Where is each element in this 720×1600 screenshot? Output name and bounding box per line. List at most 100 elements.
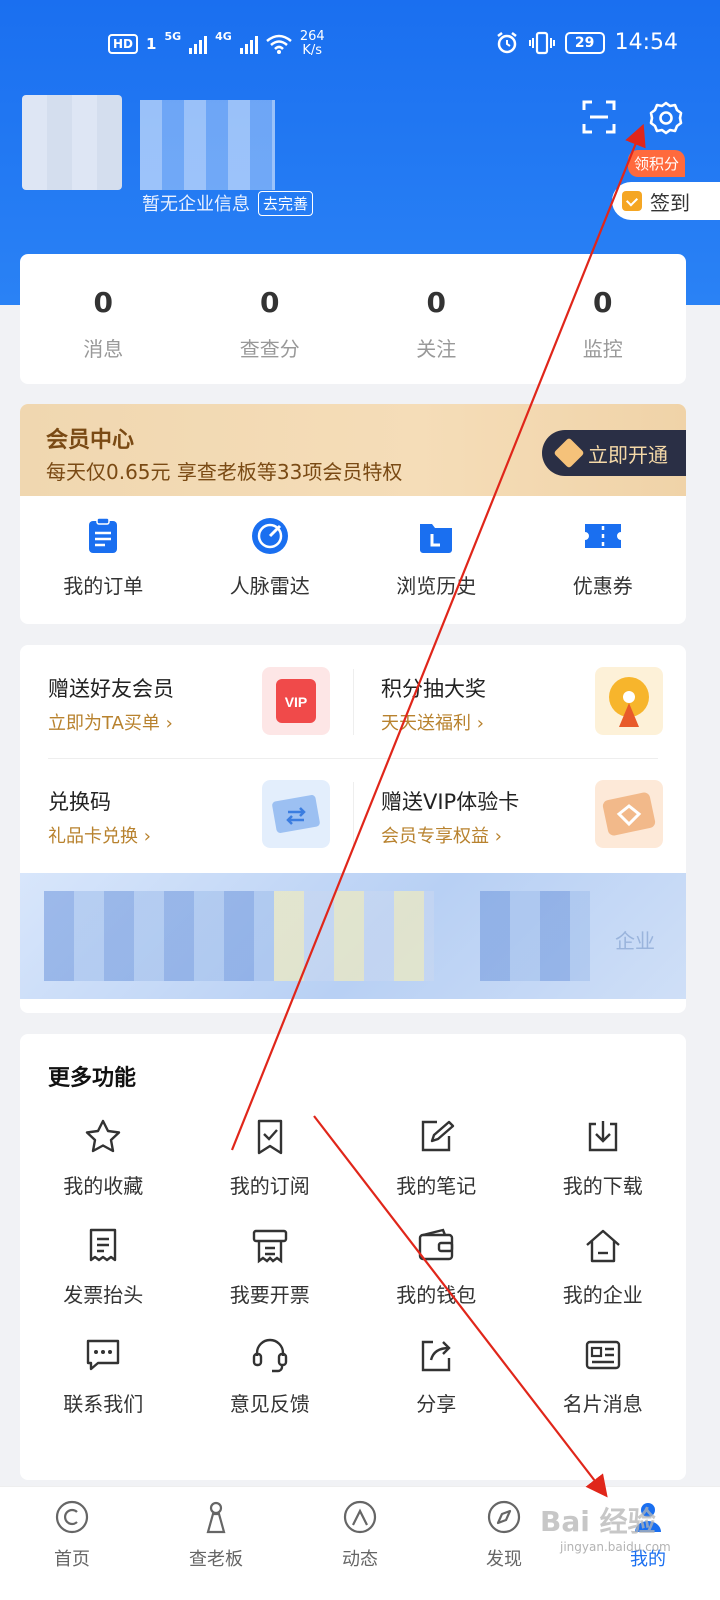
complete-profile-button[interactable]: 去完善 — [258, 190, 314, 216]
signal-icon — [189, 34, 208, 54]
promo-vip-trial[interactable]: 赠送VIP体验卡 会员专享权益 › — [353, 758, 683, 870]
feature-label: 发票抬头 — [63, 1283, 144, 1307]
network-4g: 4G — [215, 30, 232, 43]
banner-card-text: 企业 — [615, 929, 655, 953]
divider — [48, 758, 658, 759]
promo-sub: 天天送福利 › — [381, 713, 484, 734]
gear-icon[interactable] — [648, 100, 684, 136]
feature-card-messages[interactable]: 名片消息 — [520, 1336, 687, 1417]
feature-issue-invoice[interactable]: 我要开票 — [187, 1227, 354, 1308]
alarm-icon — [496, 31, 517, 53]
stat-score[interactable]: 0 查查分 — [187, 254, 354, 384]
stat-value: 0 — [260, 286, 280, 319]
diamond-icon — [553, 437, 585, 469]
feature-contact[interactable]: 联系我们 — [20, 1336, 187, 1417]
tab-boss[interactable]: 查老板 — [144, 1487, 288, 1600]
checkin-button[interactable]: 签到 — [612, 182, 720, 220]
share-icon — [422, 1340, 451, 1372]
blurred-banner-text — [480, 891, 590, 981]
divider — [353, 669, 354, 735]
vip-banner[interactable]: 会员中心 每天仅0.65元 享查老板等33项会员特权 立即开通 — [20, 404, 686, 496]
calendar-check-icon — [622, 191, 642, 211]
feature-label: 我的企业 — [562, 1283, 643, 1307]
feed-icon — [343, 1500, 377, 1534]
radar-icon — [251, 518, 288, 554]
promo-redeem-code[interactable]: 兑换码 礼品卡兑换 › — [20, 758, 350, 870]
stat-value: 0 — [93, 286, 113, 319]
promo-title: 积分抽大奖 — [381, 677, 486, 701]
tab-label: 动态 — [342, 1549, 378, 1570]
stat-monitor[interactable]: 0 监控 — [520, 254, 687, 384]
feature-notes[interactable]: 我的笔记 — [353, 1118, 520, 1199]
subscribe-icon — [257, 1119, 282, 1155]
promo-title: 兑换码 — [48, 790, 111, 814]
wifi-icon — [266, 34, 292, 54]
points-tag[interactable]: 领积分 — [628, 150, 686, 177]
tab-label: 查老板 — [189, 1549, 243, 1570]
quick-label: 浏览历史 — [396, 574, 477, 598]
feature-feedback[interactable]: 意见反馈 — [187, 1336, 354, 1417]
promo-sub: 礼品卡兑换 › — [48, 826, 151, 847]
vip-card: 会员中心 每天仅0.65元 享查老板等33项会员特权 立即开通 我的订单 人脉雷… — [20, 404, 686, 624]
prize-wheel-icon — [595, 667, 663, 735]
invoice-title-icon — [90, 1228, 117, 1262]
feature-share[interactable]: 分享 — [353, 1336, 520, 1417]
battery-icon: 29 — [564, 31, 605, 54]
stat-label: 消息 — [83, 337, 124, 361]
tab-home[interactable]: 首页 — [0, 1487, 144, 1600]
feature-company[interactable]: 我的企业 — [520, 1227, 687, 1308]
quick-history[interactable]: 浏览历史 — [353, 496, 520, 624]
user-name[interactable] — [140, 100, 275, 190]
svg-text:VIP: VIP — [285, 694, 308, 710]
feature-label: 我的笔记 — [396, 1174, 477, 1198]
clock: 14:54 — [614, 30, 678, 55]
scan-icon[interactable] — [582, 100, 616, 134]
signal-icon — [239, 34, 258, 54]
vip-desc: 每天仅0.65元 享查老板等33项会员特权 — [46, 460, 403, 484]
promo-gift-vip[interactable]: 赠送好友会员 立即为TA买单 › VIP — [20, 645, 350, 757]
vip-title: 会员中心 — [46, 428, 135, 453]
stat-follow[interactable]: 0 关注 — [353, 254, 520, 384]
feature-downloads[interactable]: 我的下载 — [520, 1118, 687, 1199]
blurred-banner-text — [44, 891, 274, 981]
status-bar: HD 1 5G 4G 264 K/s 29 14:54 — [0, 0, 720, 90]
promo-sub: 立即为TA买单 › — [48, 713, 173, 734]
watermark-logo: Bai 经验 — [540, 1505, 656, 1538]
stat-label: 关注 — [416, 337, 457, 361]
quick-label: 我的订单 — [63, 574, 144, 598]
quick-radar[interactable]: 人脉雷达 — [187, 496, 354, 624]
note-icon — [422, 1120, 455, 1152]
watermark-url: jingyan.baidu.com — [560, 1540, 671, 1554]
sim-label: 1 — [146, 35, 157, 53]
tab-feed[interactable]: 动态 — [288, 1487, 432, 1600]
feature-label: 我的订阅 — [229, 1174, 310, 1198]
history-icon — [420, 524, 453, 553]
order-icon — [89, 517, 118, 553]
coupon-icon — [584, 524, 621, 548]
feature-grid: 我的收藏 我的订阅 我的笔记 我的下载 发票抬头 我要开票 我的钱包 我的企业 — [20, 1118, 686, 1417]
feature-label: 意见反馈 — [229, 1392, 310, 1416]
avatar[interactable] — [22, 95, 122, 190]
company-icon — [585, 1229, 620, 1263]
feature-label: 我的钱包 — [396, 1283, 477, 1307]
stat-value: 0 — [593, 286, 613, 319]
promo-title: 赠送好友会员 — [48, 677, 174, 701]
promo-title: 赠送VIP体验卡 — [381, 790, 520, 814]
feature-favorites[interactable]: 我的收藏 — [20, 1118, 187, 1199]
hd-badge: HD — [108, 34, 139, 54]
chat-icon — [87, 1339, 120, 1371]
feature-invoice-title[interactable]: 发票抬头 — [20, 1227, 187, 1308]
speed-unit: K/s — [302, 43, 323, 58]
stat-label: 查查分 — [239, 337, 300, 361]
vip-open-button[interactable]: 立即开通 — [542, 430, 686, 476]
feature-subscriptions[interactable]: 我的订阅 — [187, 1118, 354, 1199]
star-icon — [86, 1119, 121, 1153]
quick-orders[interactable]: 我的订单 — [20, 496, 187, 624]
feature-wallet[interactable]: 我的钱包 — [353, 1227, 520, 1308]
quick-coupons[interactable]: 优惠券 — [520, 496, 687, 624]
home-icon — [55, 1500, 89, 1534]
promo-banner[interactable]: 企业 — [20, 873, 686, 999]
promo-lottery[interactable]: 积分抽大奖 天天送福利 › — [353, 645, 683, 757]
promo-card: 赠送好友会员 立即为TA买单 › VIP 积分抽大奖 天天送福利 › 兑换码 礼… — [20, 645, 686, 1013]
stat-messages[interactable]: 0 消息 — [20, 254, 187, 384]
